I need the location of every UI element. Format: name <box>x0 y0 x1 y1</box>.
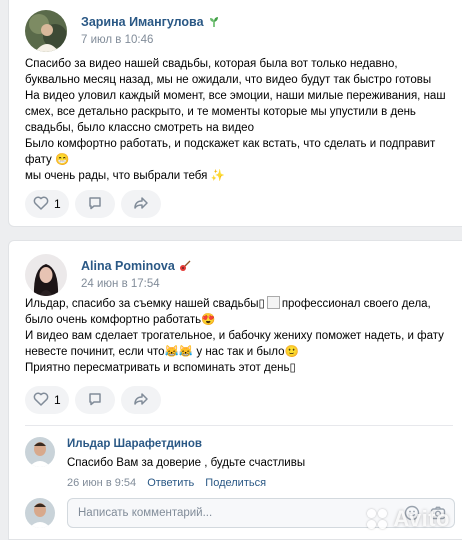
post-header: Зарина Имангулова 7 июл в 10:46 <box>25 10 220 52</box>
broken-image-icon <box>266 296 280 309</box>
post-line: И видео вам сделает трогательное, и бабо… <box>25 330 444 358</box>
post-line: На видео уловил каждый момент, все эмоци… <box>25 90 446 134</box>
share-arrow-icon <box>133 195 149 214</box>
sprout-icon <box>208 16 220 28</box>
post-line: Приятно пересматривать и вспоминать этот… <box>25 362 296 374</box>
divider <box>25 425 453 426</box>
like-count: 1 <box>54 393 61 407</box>
post-card: Alina Pominova 24 июн в 17:54 Ильдар, сп… <box>8 240 462 540</box>
post-line: мы очень рады, что выбрали тебя ✨ <box>25 170 225 182</box>
avatar[interactable] <box>25 10 67 52</box>
comment-icon <box>87 391 103 410</box>
post-line: Было комфортно работать, и подскажет как… <box>25 138 436 166</box>
post-line: Спасибо за видео нашей свадьбы, которая … <box>25 58 432 86</box>
guitar-icon <box>179 260 191 272</box>
post-text: Спасибо за видео нашей свадьбы, которая … <box>25 56 455 184</box>
avatar[interactable] <box>25 498 55 528</box>
post-line: Ильдар, спасибо за съемку нашей свадьбы▯… <box>25 296 431 326</box>
reply-link[interactable]: Ответить <box>147 477 194 489</box>
post-date[interactable]: 24 июн в 17:54 <box>81 276 191 292</box>
share-link[interactable]: Поделиться <box>205 477 266 489</box>
post-text: Ильдар, спасибо за съемку нашей свадьбы▯… <box>25 296 455 376</box>
post-actions: 1 <box>25 190 161 218</box>
share-button[interactable] <box>121 386 161 414</box>
share-arrow-icon <box>133 391 149 410</box>
post-header: Alina Pominova 24 июн в 17:54 <box>25 254 191 296</box>
avito-watermark: Avito <box>367 506 450 532</box>
author-name[interactable]: Зарина Имангулова <box>81 14 220 30</box>
reply-date[interactable]: 26 июн в 9:54 <box>67 477 136 489</box>
post-date[interactable]: 7 июл в 10:46 <box>81 32 220 48</box>
comment-icon <box>87 195 103 214</box>
reply-meta: 26 июн в 9:54 Ответить Поделиться <box>67 476 447 490</box>
comment-button[interactable] <box>75 190 115 218</box>
post-card: Зарина Имангулова 7 июл в 10:46 Спасибо … <box>8 0 462 227</box>
heart-icon <box>33 195 49 213</box>
like-button[interactable]: 1 <box>25 386 69 414</box>
like-count: 1 <box>54 197 61 211</box>
post-actions: 1 <box>25 386 161 414</box>
comment-reply: Ильдар Шарафетдинов Спасибо Вам за довер… <box>25 437 305 489</box>
share-button[interactable] <box>121 190 161 218</box>
reply-text: Спасибо Вам за доверие , будьте счастлив… <box>67 457 306 469</box>
like-button[interactable]: 1 <box>25 190 69 218</box>
heart-icon <box>33 391 49 409</box>
author-name[interactable]: Alina Pominova <box>81 258 191 274</box>
avito-logo-icon <box>367 509 389 529</box>
reply-author[interactable]: Ильдар Шарафетдинов <box>67 437 447 451</box>
avatar[interactable] <box>25 437 55 467</box>
avatar[interactable] <box>25 254 67 296</box>
comment-button[interactable] <box>75 386 115 414</box>
